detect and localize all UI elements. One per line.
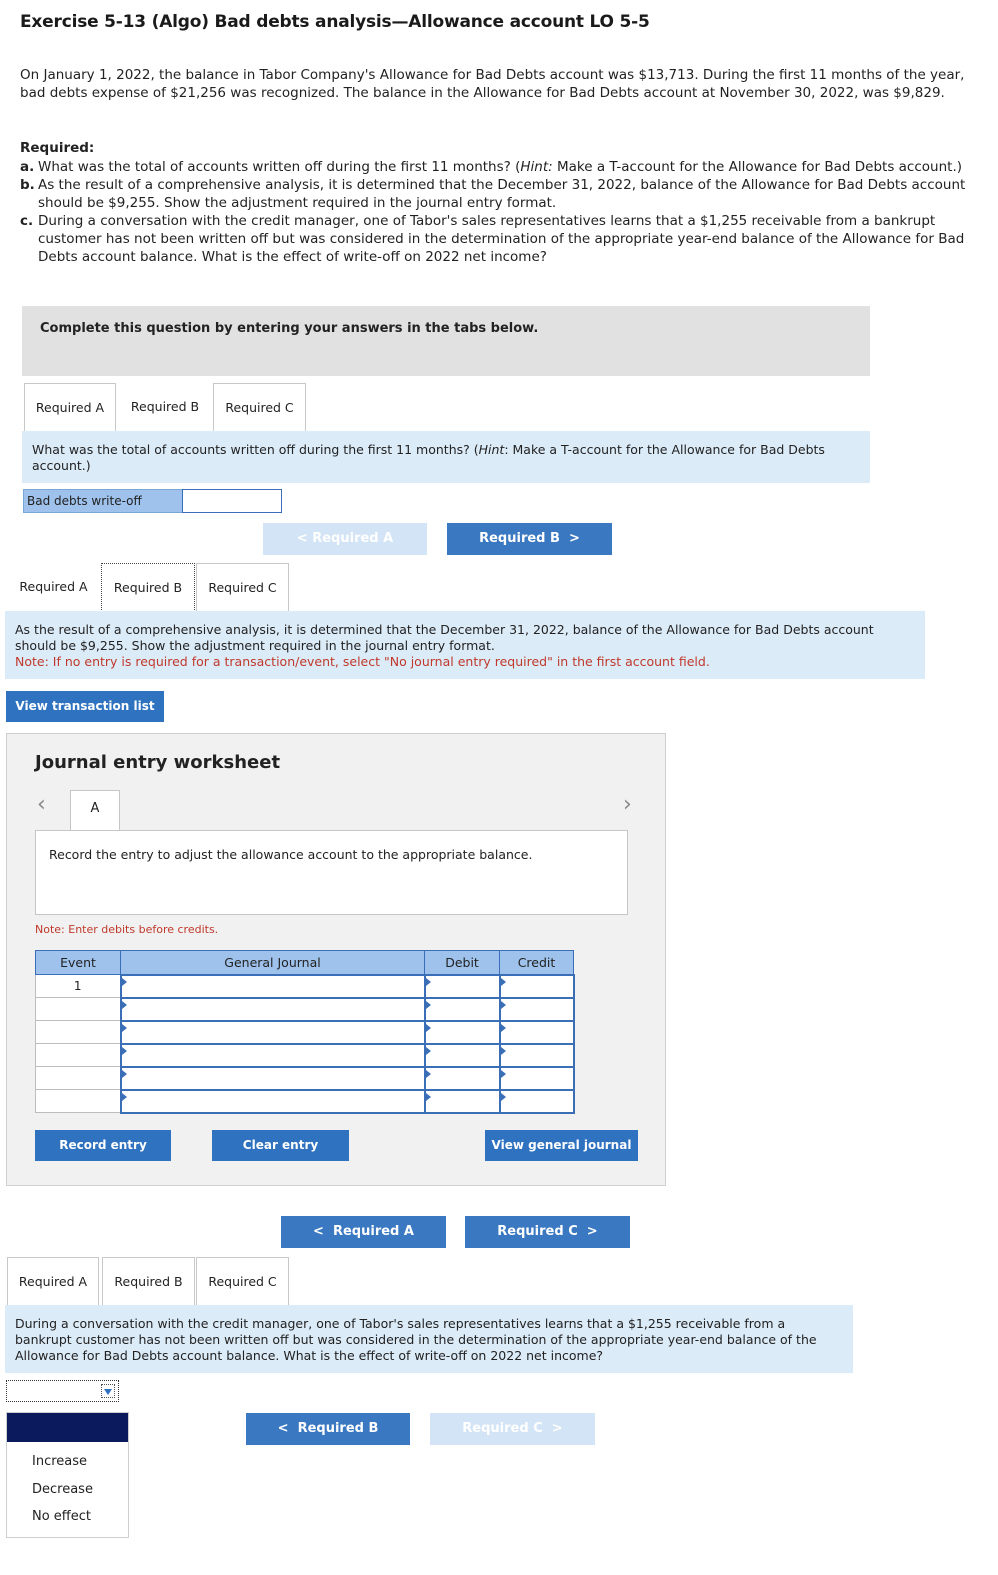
event-cell: 1: [35, 974, 121, 998]
instructions-banner: Complete this question by entering your …: [22, 306, 870, 376]
required-item-a: a. What was the total of accounts written…: [20, 159, 962, 175]
table-row: [35, 1042, 575, 1068]
next-required-b-button[interactable]: Required B >: [447, 523, 612, 555]
credit-input[interactable]: [498, 973, 575, 999]
question-box-c: During a conversation with the credit ma…: [5, 1305, 853, 1373]
table-row: 1: [35, 973, 575, 999]
event-header: Event: [35, 950, 121, 975]
credit-input[interactable]: [498, 1088, 575, 1114]
debit-header: Debit: [424, 950, 500, 975]
exercise-title: Exercise 5-13 (Algo) Bad debts analysis—…: [20, 12, 650, 32]
option-decrease[interactable]: Decrease: [7, 1476, 128, 1504]
worksheet-description: Record the entry to adjust the allowance…: [35, 830, 628, 915]
debit-input[interactable]: [423, 1019, 501, 1045]
chevron-right-icon: >: [559, 531, 580, 546]
debit-input[interactable]: [423, 1088, 501, 1114]
account-input[interactable]: [119, 1042, 426, 1068]
tab-required-a[interactable]: Required A: [7, 1257, 99, 1306]
credit-input[interactable]: [498, 1065, 575, 1091]
tab-required-a[interactable]: Required A: [7, 563, 100, 611]
worksheet-title: Journal entry worksheet: [35, 752, 281, 773]
table-row: [35, 996, 575, 1022]
tab-required-c[interactable]: Required C: [196, 563, 289, 612]
note-text: Note: If no entry is required for a tran…: [15, 654, 710, 669]
credit-input[interactable]: [498, 1019, 575, 1045]
tab-required-b[interactable]: Required B: [119, 383, 211, 431]
event-cell: [35, 1043, 121, 1067]
chevron-right-icon: >: [542, 1421, 563, 1436]
question-box-b: As the result of a comprehensive analysi…: [5, 611, 925, 679]
record-entry-button[interactable]: Record entry: [35, 1130, 171, 1161]
debit-input[interactable]: [423, 1065, 501, 1091]
net-income-effect-select[interactable]: [6, 1380, 119, 1402]
tab-required-b[interactable]: Required B: [102, 1257, 195, 1306]
dropdown-options: Increase Decrease No effect: [6, 1412, 129, 1538]
table-row: [35, 1088, 575, 1114]
question-box-a: What was the total of accounts written o…: [22, 431, 870, 483]
dropdown-highlight[interactable]: [7, 1413, 128, 1442]
prev-required-a-button[interactable]: < Required A: [281, 1216, 446, 1248]
tab-row-c: Required A Required B Required C: [7, 1257, 307, 1306]
debit-input[interactable]: [423, 973, 501, 999]
view-general-journal-button[interactable]: View general journal: [485, 1130, 638, 1161]
required-heading: Required:: [20, 140, 95, 156]
chevron-right-icon[interactable]: ›: [623, 792, 632, 817]
account-input[interactable]: [119, 1019, 426, 1045]
option-no-effect[interactable]: No effect: [7, 1503, 128, 1531]
bad-debts-writeoff-input[interactable]: [182, 489, 282, 513]
tab-required-c[interactable]: Required C: [213, 383, 306, 432]
table-row: [35, 1065, 575, 1091]
worksheet-note: Note: Enter debits before credits.: [35, 923, 219, 936]
option-increase[interactable]: Increase: [7, 1448, 128, 1476]
journal-entry-worksheet: Journal entry worksheet ‹ › A Record the…: [6, 733, 666, 1186]
account-input[interactable]: [119, 996, 426, 1022]
general-journal-header: General Journal: [120, 950, 425, 975]
chevron-left-icon[interactable]: ‹: [37, 792, 46, 817]
required-item-b: b. As the result of a comprehensive analy…: [20, 177, 966, 211]
chevron-right-icon: >: [577, 1224, 598, 1239]
prev-required-b-button[interactable]: < Required B: [246, 1413, 410, 1445]
account-input[interactable]: [119, 973, 426, 999]
chevron-left-icon: <: [277, 1421, 298, 1436]
event-cell: [35, 1089, 121, 1113]
tab-row-a: Required A Required B Required C: [24, 383, 324, 432]
credit-input[interactable]: [498, 996, 575, 1022]
event-cell: [35, 1066, 121, 1090]
account-input[interactable]: [119, 1088, 426, 1114]
required-item-c: c. During a conversation with the credit …: [20, 213, 965, 265]
credit-input[interactable]: [498, 1042, 575, 1068]
tab-required-c[interactable]: Required C: [196, 1257, 289, 1306]
clear-entry-button[interactable]: Clear entry: [212, 1130, 349, 1161]
next-required-c-button[interactable]: Required C >: [430, 1413, 595, 1445]
chevron-left-icon: <: [296, 531, 313, 546]
view-transaction-list-button[interactable]: View transaction list: [6, 691, 164, 722]
required-list: a. What was the total of accounts written…: [20, 158, 970, 266]
event-cell: [35, 1020, 121, 1044]
credit-header: Credit: [499, 950, 574, 975]
prev-required-a-button[interactable]: < Required A: [263, 523, 427, 555]
debit-input[interactable]: [423, 1042, 501, 1068]
problem-intro: On January 1, 2022, the balance in Tabor…: [20, 67, 965, 101]
chevron-down-icon[interactable]: [101, 1384, 115, 1398]
next-required-c-button[interactable]: Required C >: [465, 1216, 630, 1248]
table-row: [35, 1019, 575, 1045]
tab-required-a[interactable]: Required A: [24, 383, 116, 432]
bad-debts-writeoff-label: Bad debts write-off: [23, 489, 183, 513]
event-cell: [35, 997, 121, 1021]
journal-table: Event General Journal Debit Credit 1: [35, 950, 575, 1114]
tab-required-b[interactable]: Required B: [101, 563, 195, 612]
chevron-left-icon: <: [313, 1224, 333, 1239]
worksheet-tab-a[interactable]: A: [70, 790, 120, 831]
tab-row-b: Required A Required B Required C: [7, 563, 307, 612]
debit-input[interactable]: [423, 996, 501, 1022]
account-input[interactable]: [119, 1065, 426, 1091]
